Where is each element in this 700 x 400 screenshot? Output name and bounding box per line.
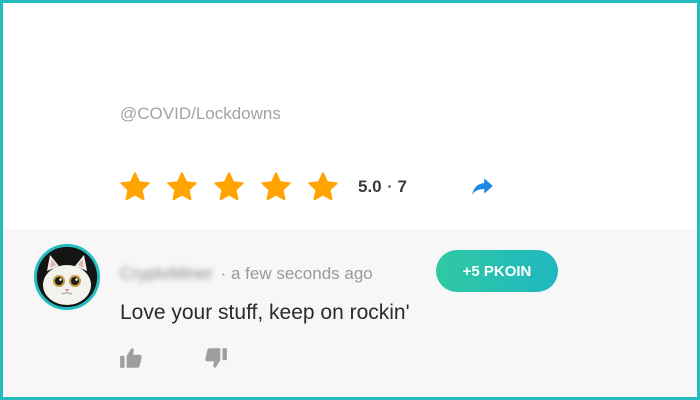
share-arrow-icon[interactable]	[468, 173, 496, 199]
comment-timestamp: · a few seconds ago	[221, 264, 373, 284]
star-icon-3[interactable]	[212, 170, 246, 204]
comment-meta: CryptoMiner · a few seconds ago	[120, 263, 373, 285]
comment-item: CryptoMiner · a few seconds ago +5 PKOIN…	[3, 229, 697, 397]
rating-separator: •	[387, 181, 392, 193]
comment-text: Love your stuff, keep on rockin'	[120, 301, 410, 324]
star-icon-1[interactable]	[118, 170, 152, 204]
post-tag[interactable]: @COVID/Lockdowns	[120, 104, 281, 124]
reward-badge-button[interactable]: +5 PKOIN	[436, 250, 558, 292]
cat-avatar-icon	[37, 247, 97, 307]
avatar[interactable]	[34, 244, 100, 310]
thumbs-down-icon[interactable]	[203, 345, 229, 371]
rating-value: 5.0	[358, 177, 382, 196]
rating-count: 7	[397, 177, 407, 196]
app-frame: @COVID/Lockdowns 5.0 • 7 CryptoMiner · a…	[0, 0, 700, 400]
star-icon-2[interactable]	[165, 170, 199, 204]
star-icon-4[interactable]	[259, 170, 293, 204]
meta-separator: ·	[220, 264, 227, 283]
comment-username[interactable]: CryptoMiner	[120, 264, 213, 284]
star-rating: 5.0 • 7	[118, 167, 407, 207]
post-card: @COVID/Lockdowns 5.0 • 7	[3, 3, 697, 229]
thumbs-up-icon[interactable]	[118, 345, 144, 371]
time-ago-text: a few seconds ago	[231, 264, 373, 283]
star-icon-5[interactable]	[306, 170, 340, 204]
